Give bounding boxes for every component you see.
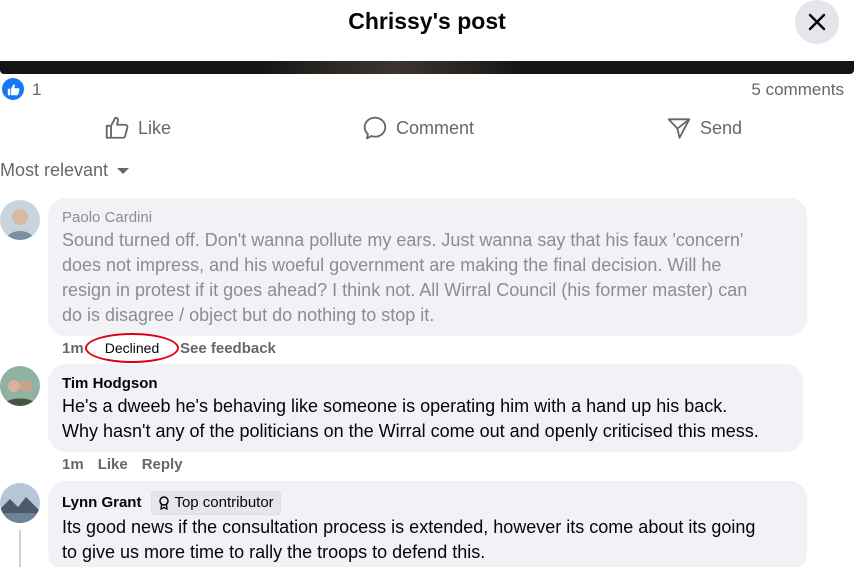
post-media-bottom[interactable] <box>0 61 854 74</box>
comment-author[interactable]: Lynn Grant <box>62 493 141 513</box>
send-label: Send <box>700 117 743 138</box>
see-feedback-link[interactable]: See feedback <box>180 340 276 357</box>
comment-text-line: resign in protest if it goes ahead? I th… <box>62 280 748 300</box>
declined-status-badge: Declined <box>85 333 179 363</box>
award-ribbon-icon <box>159 496 170 510</box>
sort-label: Most relevant <box>0 160 109 180</box>
comment-meta-feedback: See feedback <box>180 340 290 357</box>
like-label: Like <box>138 117 172 138</box>
comment-bubble: Tim Hodgson He's a dweeb he's behaving l… <box>48 364 803 452</box>
like-reaction-icon[interactable] <box>2 78 24 100</box>
comment-meta: 1m Like Reply <box>62 456 197 473</box>
top-contributor-badge: Top contributor <box>151 491 281 515</box>
comment-timestamp[interactable]: 1m <box>62 340 84 357</box>
comment-text-line: do is disagree / object but do nothing t… <box>62 305 435 325</box>
send-button[interactable]: Send <box>666 110 742 146</box>
caret-down-icon <box>117 167 130 174</box>
comment-label: Comment <box>396 117 475 138</box>
avatar[interactable] <box>0 200 40 240</box>
comment-sort-dropdown[interactable]: Most relevant <box>0 160 130 181</box>
close-icon <box>808 13 826 31</box>
comment-count[interactable]: 5 comments <box>751 80 844 100</box>
reaction-count[interactable]: 1 <box>32 80 41 100</box>
post-title: Chrissy's post <box>348 8 506 34</box>
comment-reply-link[interactable]: Reply <box>142 456 183 473</box>
comment-text-line: He's a dweeb he's behaving like someone … <box>62 396 728 416</box>
comment-like-link[interactable]: Like <box>98 456 128 473</box>
comment-bubble: Lynn Grant Top contributor Its good news… <box>48 481 807 567</box>
send-icon <box>667 118 691 139</box>
badge-label: Top contributor <box>174 494 274 511</box>
comment-text-line: does not impress, and his woeful governm… <box>62 255 722 275</box>
comment-bubble-icon <box>363 116 387 140</box>
declined-label: Declined <box>104 340 160 356</box>
like-button[interactable]: Like <box>104 110 171 146</box>
post-actions: Like Comment Send <box>0 110 854 146</box>
reactions-row: 1 5 comments <box>0 78 854 102</box>
reply-thread-line <box>19 530 21 567</box>
comment-author[interactable]: Paolo Cardini <box>62 208 793 228</box>
comment-text-line: Its good news if the consultation proces… <box>62 517 756 537</box>
comment-bubble: Paolo Cardini Sound turned off. Don't wa… <box>48 198 807 336</box>
comment-text-line: Why hasn't any of the politicians on the… <box>62 421 759 441</box>
thumbs-up-icon <box>105 116 129 139</box>
comment-timestamp[interactable]: 1m <box>62 456 84 473</box>
close-button[interactable] <box>795 0 839 44</box>
comment-text-line: Sound turned off. Don't wanna pollute my… <box>62 230 744 250</box>
avatar[interactable] <box>0 366 40 406</box>
avatar[interactable] <box>0 483 40 523</box>
comment-author[interactable]: Tim Hodgson <box>62 374 789 394</box>
comment-button[interactable]: Comment <box>362 110 474 146</box>
post-header: Chrissy's post <box>0 0 854 62</box>
comment-text-line: to give us more time to rally the troops… <box>62 542 486 562</box>
comment-author-row: Lynn Grant Top contributor <box>62 491 793 515</box>
